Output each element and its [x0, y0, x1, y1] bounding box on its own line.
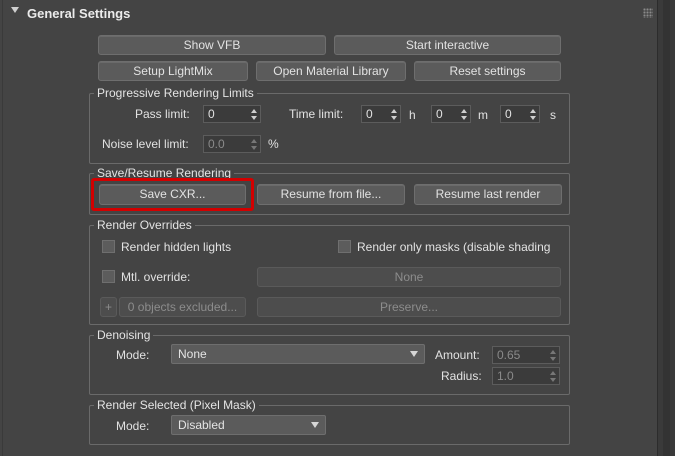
- spinner-arrows-icon[interactable]: [251, 109, 257, 120]
- pass-limit-value: 0: [208, 107, 215, 121]
- seconds-unit: s: [550, 108, 556, 122]
- chevron-down-icon: [410, 351, 418, 357]
- seconds-value: 0: [505, 107, 512, 121]
- render-only-masks-checkbox[interactable]: [338, 240, 351, 253]
- add-exclude-button[interactable]: +: [100, 297, 117, 317]
- mtl-override-material-button[interactable]: None: [257, 267, 561, 287]
- minutes-value: 0: [436, 107, 443, 121]
- minutes-spinner[interactable]: 0: [431, 105, 471, 123]
- denoise-mode-label: Mode:: [116, 348, 150, 362]
- reset-settings-button[interactable]: Reset settings: [414, 61, 561, 81]
- denoise-mode-value: None: [178, 347, 207, 361]
- amount-spinner[interactable]: 0.65: [492, 346, 560, 364]
- pass-limit-label: Pass limit:: [135, 107, 190, 121]
- progressive-limits-title: Progressive Rendering Limits: [94, 86, 257, 100]
- amount-label: Amount:: [435, 348, 480, 362]
- resume-from-file-button[interactable]: Resume from file...: [257, 184, 405, 205]
- hours-value: 0: [366, 107, 373, 121]
- resume-last-render-button[interactable]: Resume last render: [414, 184, 562, 205]
- hours-unit: h: [409, 108, 416, 122]
- radius-label: Radius:: [441, 369, 482, 383]
- render-hidden-lights-checkbox[interactable]: [102, 240, 115, 253]
- spinner-arrows-icon[interactable]: [251, 139, 257, 150]
- mtl-override-label: Mtl. override:: [121, 270, 191, 284]
- render-overrides-title: Render Overrides: [94, 218, 195, 232]
- seconds-spinner[interactable]: 0: [500, 105, 540, 123]
- general-settings-rollout: General Settings Show VFB Start interact…: [2, 0, 657, 456]
- chevron-down-icon: [311, 422, 319, 428]
- amount-value: 0.65: [497, 348, 521, 362]
- objects-excluded-button[interactable]: 0 objects excluded...: [119, 297, 246, 317]
- noise-level-label: Noise level limit:: [102, 137, 189, 151]
- hours-spinner[interactable]: 0: [361, 105, 401, 123]
- rollout-header[interactable]: General Settings: [3, 0, 660, 28]
- highlight-box: [91, 178, 254, 211]
- radius-spinner[interactable]: 1.0: [492, 367, 560, 385]
- spinner-arrows-icon[interactable]: [550, 350, 556, 361]
- spinner-arrows-icon[interactable]: [391, 109, 397, 120]
- render-hidden-lights-label: Render hidden lights: [121, 240, 232, 254]
- noise-level-spinner[interactable]: 0.0: [203, 135, 261, 153]
- render-only-masks-label: Render only masks (disable shading: [357, 240, 551, 254]
- radius-value: 1.0: [497, 369, 514, 383]
- render-selected-title: Render Selected (Pixel Mask): [94, 398, 259, 412]
- progressive-limits-group: [89, 93, 570, 164]
- mtl-override-checkbox[interactable]: [102, 270, 115, 283]
- vertical-scrollbar[interactable]: [657, 0, 675, 456]
- spinner-arrows-icon[interactable]: [530, 109, 536, 120]
- noise-unit: %: [268, 137, 279, 151]
- pass-limit-spinner[interactable]: 0: [203, 105, 261, 123]
- spinner-arrows-icon[interactable]: [550, 371, 556, 382]
- denoise-mode-dropdown[interactable]: None: [171, 344, 425, 364]
- spinner-arrows-icon[interactable]: [461, 109, 467, 120]
- time-limit-label: Time limit:: [289, 107, 344, 121]
- start-interactive-button[interactable]: Start interactive: [334, 35, 561, 55]
- collapse-triangle-icon[interactable]: [11, 7, 19, 13]
- minutes-unit: m: [478, 108, 488, 122]
- render-selected-mode-label: Mode:: [116, 419, 150, 433]
- render-selected-mode-dropdown[interactable]: Disabled: [171, 415, 326, 435]
- open-material-library-button[interactable]: Open Material Library: [256, 61, 406, 81]
- show-vfb-button[interactable]: Show VFB: [98, 35, 326, 55]
- render-selected-mode-value: Disabled: [178, 418, 225, 432]
- denoising-title: Denoising: [94, 328, 154, 342]
- noise-level-value: 0.0: [208, 137, 225, 151]
- drag-handle-icon[interactable]: [643, 8, 653, 18]
- preserve-button[interactable]: Preserve...: [257, 297, 561, 317]
- setup-lightmix-button[interactable]: Setup LightMix: [98, 61, 248, 81]
- rollout-title: General Settings: [27, 6, 131, 21]
